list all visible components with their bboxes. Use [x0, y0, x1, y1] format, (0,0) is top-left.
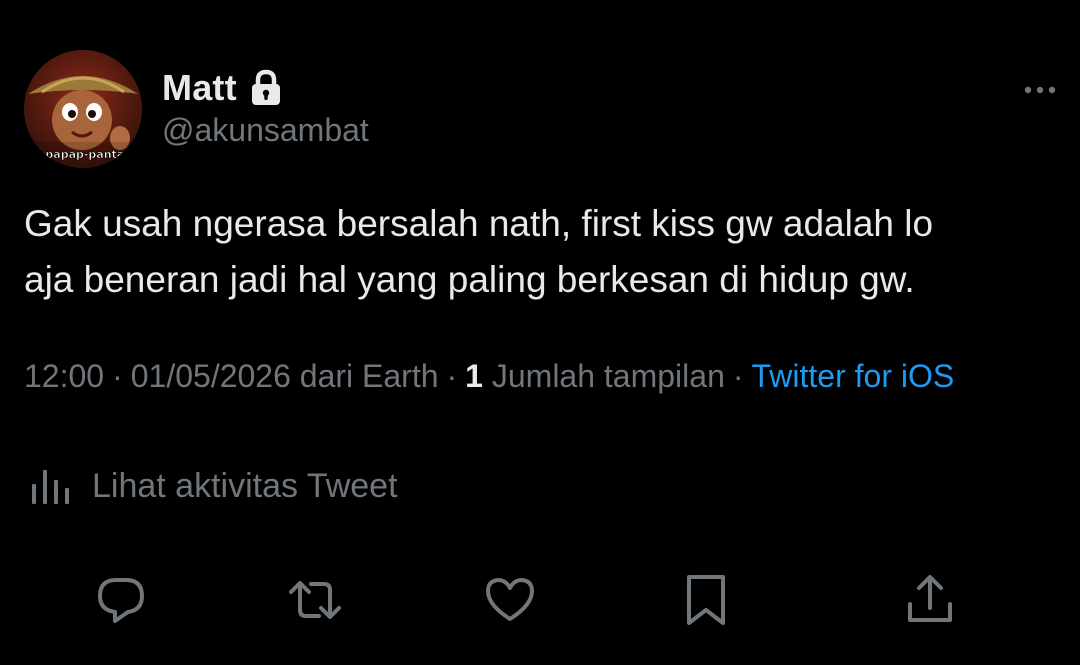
lock-icon: [249, 69, 283, 107]
views-count: 1: [465, 358, 483, 394]
view-activity-label: Lihat aktivitas Tweet: [92, 466, 398, 505]
bookmark-icon: [678, 572, 734, 628]
reply-button[interactable]: [93, 572, 149, 628]
view-activity-link[interactable]: Lihat aktivitas Tweet: [30, 462, 398, 510]
tweet-time: 12:00: [24, 358, 105, 394]
share-icon: [902, 572, 958, 628]
more-options-icon[interactable]: [1020, 80, 1060, 100]
views-label: Jumlah tampilan: [491, 358, 725, 394]
tweet-meta: 12:00 · 01/05/2026 dari Earth · 1 Jumlah tam…: [24, 354, 954, 398]
username[interactable]: @akunsambat: [162, 112, 369, 149]
tweet-detail: apapap-pantai Matt @akunsambat Gak usah …: [0, 0, 1080, 665]
heart-icon: [482, 572, 538, 628]
display-name-row: Matt: [162, 66, 283, 110]
retweet-button[interactable]: [287, 572, 343, 628]
display-name[interactable]: Matt: [162, 67, 237, 109]
bookmark-button[interactable]: [678, 572, 734, 628]
retweet-icon: [287, 572, 343, 628]
avatar[interactable]: apapap-pantai: [24, 50, 142, 168]
tweet-date: 01/05/2026: [130, 358, 291, 394]
meta-separator: ·: [446, 358, 458, 394]
bar-chart-icon: [30, 466, 74, 506]
share-button[interactable]: [902, 572, 958, 628]
meta-separator: ·: [112, 358, 123, 394]
tweet-text: Gak usah ngerasa bersalah nath, first ki…: [24, 203, 934, 300]
source-link[interactable]: Twitter for iOS: [752, 358, 955, 394]
avatar-image: apapap-pantai: [24, 50, 142, 168]
avatar-caption: apapap-pantai: [38, 148, 128, 161]
reply-icon: [93, 572, 149, 628]
tweet-location: dari Earth: [299, 358, 439, 394]
like-button[interactable]: [482, 572, 538, 628]
meta-separator: ·: [732, 358, 744, 394]
